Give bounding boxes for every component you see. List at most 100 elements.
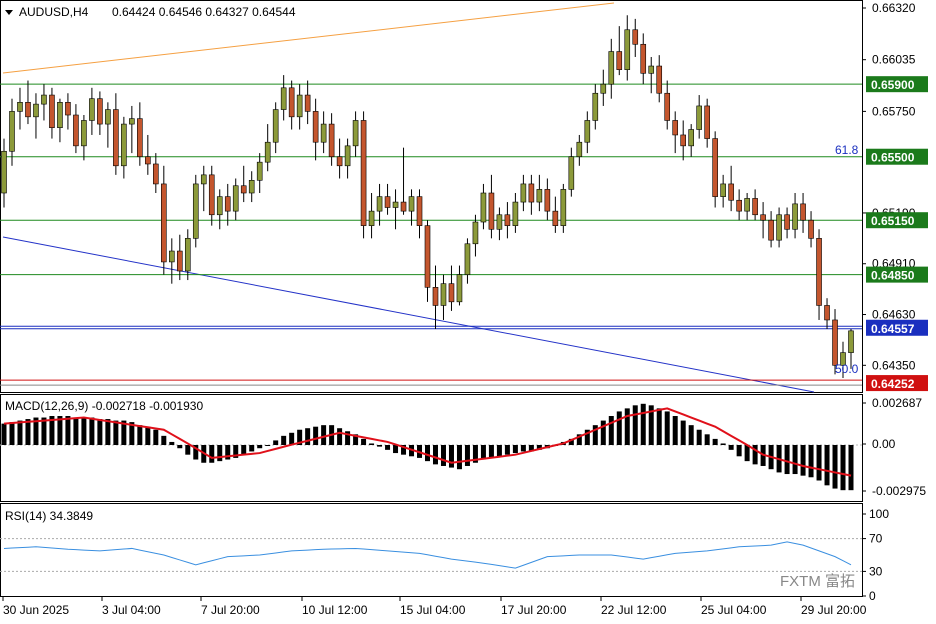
- macd-histogram-bar: [824, 445, 830, 486]
- macd-histogram-bar: [712, 438, 718, 445]
- candle-body: [368, 210, 375, 226]
- candle-body: [264, 141, 271, 163]
- candle-body: [712, 138, 718, 197]
- candle-body: [97, 98, 103, 125]
- candle-body: [296, 94, 303, 118]
- candle-body: [776, 214, 782, 241]
- horizontal-levels: [0, 83, 862, 386]
- candle-body: [560, 189, 567, 226]
- ohlc-values: 0.64424 0.64546 0.64327 0.64544: [112, 5, 296, 19]
- candle-body: [720, 183, 726, 197]
- candle-body: [256, 161, 263, 181]
- candle-body: [568, 156, 575, 190]
- current-price-tag: 0.64557: [871, 322, 915, 336]
- candle-body: [41, 94, 47, 105]
- macd-histogram-bar: [736, 445, 742, 457]
- candle-body: [416, 196, 423, 226]
- candle-body: [153, 163, 159, 185]
- candle-body: [192, 183, 199, 239]
- candle-body: [576, 141, 583, 158]
- red-level-price-tag: 0.64252: [871, 377, 915, 391]
- candle-body: [9, 111, 15, 152]
- candle-body: [792, 203, 798, 230]
- candle-body: [800, 203, 806, 221]
- candle-body: [536, 189, 543, 203]
- candle-body: [312, 111, 319, 143]
- candle-body: [336, 156, 343, 167]
- macd-histogram-bar: [432, 445, 438, 465]
- candle-body: [552, 210, 559, 226]
- candle-body: [528, 183, 535, 203]
- macd-histogram-bar: [73, 417, 79, 445]
- candle-body: [57, 102, 63, 129]
- macd-histogram-bar: [848, 445, 854, 491]
- candle-body: [376, 196, 383, 212]
- candle-body: [400, 201, 407, 212]
- macd-histogram-bar: [161, 435, 167, 445]
- macd-histogram-bar: [337, 428, 343, 445]
- candle-body: [496, 214, 503, 230]
- macd-histogram-bar: [1, 423, 7, 445]
- candle-body: [81, 120, 87, 147]
- macd-histogram-bar: [440, 445, 446, 466]
- macd-histogram-bar: [153, 429, 159, 445]
- candle-body: [137, 118, 143, 158]
- candle-body: [304, 94, 311, 112]
- candle-body: [760, 214, 766, 221]
- candle-body: [544, 189, 551, 212]
- macd-histogram-bar: [425, 445, 430, 462]
- candle-body: [73, 114, 79, 147]
- candle-body: [272, 109, 279, 143]
- candle-body: [472, 221, 479, 245]
- macd-histogram-bar: [217, 445, 223, 462]
- macd-histogram-bar: [816, 445, 822, 481]
- macd-histogram-bar: [496, 445, 502, 457]
- time-tick-label: 7 Jul 20:00: [201, 603, 260, 617]
- macd-histogram-bar: [65, 416, 71, 445]
- macd-histogram-bar: [177, 445, 183, 449]
- level-price-tag: 0.65150: [871, 214, 915, 228]
- macd-tick-label: 0.00: [872, 437, 896, 451]
- candle-body: [848, 330, 854, 353]
- macd-histogram-bar: [137, 425, 143, 445]
- level-price-tag: 0.65500: [871, 151, 915, 165]
- chart-canvas: 0.663200.660350.657500.651900.649100.646…: [0, 0, 928, 617]
- collapse-triangle-icon[interactable]: [5, 10, 13, 15]
- time-tick-label: 30 Jun 2025: [3, 603, 69, 617]
- macd-histogram-bar: [257, 445, 263, 449]
- candle-body: [504, 214, 511, 226]
- macd-histogram-bar: [704, 434, 710, 445]
- candle-body: [288, 87, 295, 118]
- candle-body: [752, 198, 758, 216]
- candle-body: [736, 199, 742, 212]
- macd-histogram-bar: [664, 411, 670, 445]
- macd-histogram-bar: [696, 429, 702, 445]
- candle-body: [608, 51, 615, 85]
- macd-axis: 0.002687 0.00 -0.002975: [862, 396, 926, 498]
- trendline-upper: [2, 2, 615, 74]
- candle-body: [208, 174, 215, 216]
- macd-histogram-bar: [520, 445, 526, 452]
- candle-body: [520, 183, 527, 203]
- candle-body: [216, 196, 223, 216]
- macd-histogram-bar: [377, 445, 383, 447]
- macd-histogram-bar: [672, 416, 678, 445]
- candle-body: [768, 219, 774, 241]
- macd-histogram-bar: [680, 420, 686, 445]
- candle-body: [816, 238, 822, 306]
- macd-histogram-bar: [169, 441, 175, 445]
- price-tick-label: 0.64350: [872, 358, 916, 372]
- candle-body: [424, 225, 431, 288]
- rsi-layer: [0, 538, 862, 572]
- macd-histogram-bar: [313, 426, 319, 445]
- macd-histogram-bar: [608, 416, 614, 445]
- macd-histogram-bar: [305, 428, 311, 445]
- rsi-tick-label: 100: [869, 507, 889, 521]
- candle-body: [328, 123, 335, 158]
- candle-body: [248, 180, 255, 194]
- candle-body: [89, 98, 95, 121]
- macd-histogram-bar: [800, 445, 806, 476]
- macd-histogram-bar: [480, 445, 486, 460]
- macd-histogram-bar: [25, 419, 31, 445]
- price-tick-label: 0.66320: [872, 1, 916, 15]
